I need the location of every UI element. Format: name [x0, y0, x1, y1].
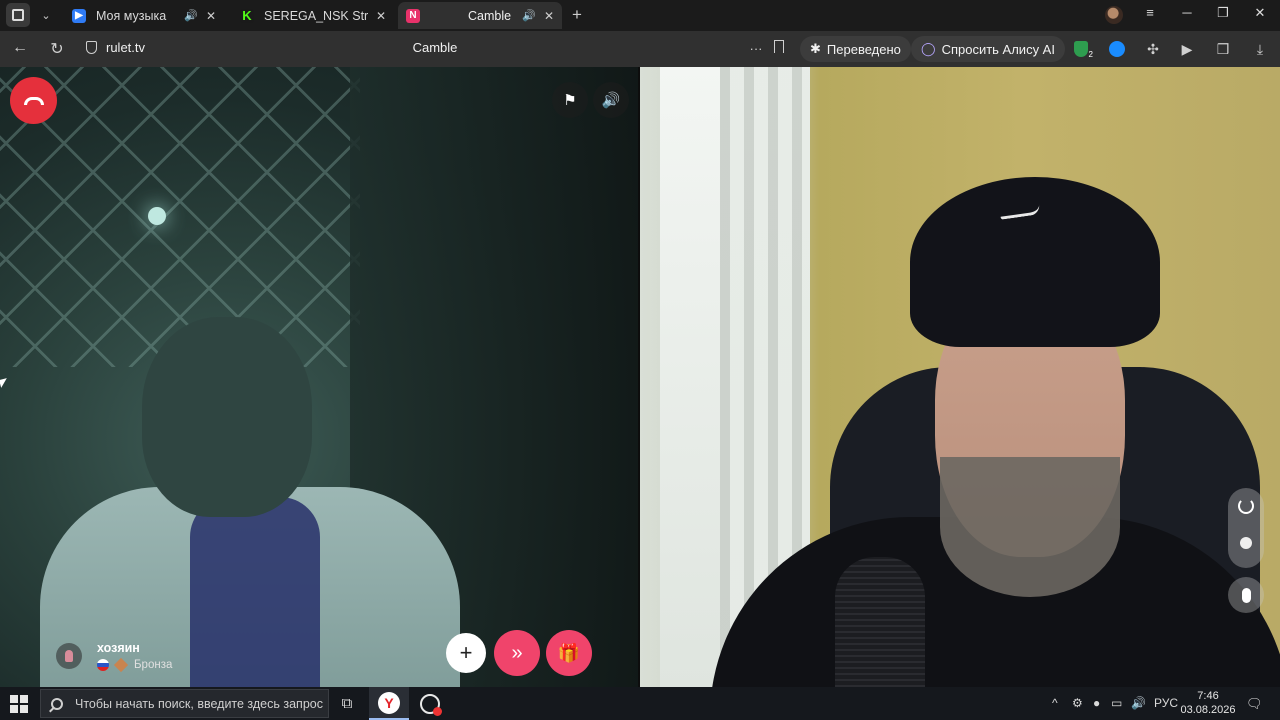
- translated-label: Переведено: [826, 41, 901, 57]
- flag-icon: ⚑: [563, 92, 577, 109]
- taskbar-clock[interactable]: 7:46 03.08.2026: [1180, 689, 1236, 717]
- plus-icon: +: [459, 640, 473, 665]
- clock-date: 03.08.2026: [1180, 704, 1236, 716]
- tab-audio-icon[interactable]: 🔊: [522, 9, 536, 22]
- partner-name: хозяин: [97, 641, 140, 655]
- video-chat-area: ⚑ 🔊 хозяин Бронза + » 🎁: [0, 67, 1280, 687]
- camera-controls: [1228, 488, 1264, 568]
- tab-close-icon[interactable]: ✕: [376, 9, 386, 23]
- tray-microphone-icon[interactable]: ●: [1093, 696, 1100, 710]
- tab-title: SEREGA_NSK Stream - Wa: [264, 8, 368, 23]
- media-play-icon[interactable]: ▶: [1177, 39, 1197, 59]
- taskbar-obs[interactable]: [410, 687, 450, 720]
- ask-alice-button[interactable]: ◯ Спросить Алису AI: [911, 36, 1065, 62]
- partner-rank: Бронза: [134, 659, 173, 671]
- russia-flag-icon: [97, 659, 109, 671]
- remote-person-shirt: [190, 497, 320, 687]
- send-gift-button[interactable]: 🎁: [546, 630, 592, 676]
- minimize-button[interactable]: ─: [1173, 5, 1201, 20]
- microphone-icon: [1241, 587, 1251, 603]
- gift-icon: 🎁: [557, 642, 581, 663]
- input-language[interactable]: РУС: [1154, 696, 1178, 710]
- microphone-button[interactable]: [1228, 577, 1264, 613]
- partner-avatar[interactable]: [56, 643, 82, 669]
- taskbar-search-input[interactable]: Чтобы начать поиск, введите здесь запрос: [40, 689, 329, 718]
- back-button[interactable]: ←: [10, 39, 30, 57]
- local-video: [640, 67, 1280, 687]
- remote-video-background: [0, 67, 360, 367]
- profile-avatar[interactable]: [1104, 3, 1124, 27]
- clock-time: 7:46: [1197, 690, 1219, 702]
- next-arrows-icon: »: [511, 641, 523, 664]
- tab-close-icon[interactable]: ✕: [206, 9, 216, 23]
- tray-display-icon[interactable]: ▭: [1111, 696, 1122, 710]
- url-domain: rulet.tv: [106, 40, 146, 55]
- shazam-extension-icon[interactable]: [1107, 39, 1127, 59]
- bronze-rank-icon: [113, 657, 129, 673]
- alice-label: Спросить Алису AI: [941, 41, 1055, 57]
- window-close-button[interactable]: ✕: [1246, 5, 1274, 21]
- tab-camble[interactable]: N Camble 🔊 ✕: [398, 2, 562, 29]
- browser-menu-icon[interactable]: ≡: [1136, 5, 1164, 20]
- search-placeholder: Чтобы начать поиск, введите здесь запрос: [75, 696, 323, 711]
- alice-icon: ◯: [921, 41, 936, 56]
- address-bar: ← ↻ rulet.tv Camble ··· ✱ Переведено ◯ С…: [0, 31, 1280, 67]
- tab-title: Моя музыка: [96, 8, 167, 23]
- tray-app-icon[interactable]: ⚙: [1072, 696, 1083, 710]
- add-friend-button[interactable]: +: [446, 633, 486, 673]
- reload-button[interactable]: ↻: [47, 39, 67, 59]
- tray-overflow-icon[interactable]: ^: [1052, 696, 1058, 710]
- tab-my-music[interactable]: ▶ Моя музыка 🔊 ✕: [64, 2, 224, 29]
- person-icon: [65, 650, 73, 662]
- translate-icon: ✱: [810, 41, 821, 56]
- tab-serega-stream[interactable]: K SEREGA_NSK Stream - Wa ✕: [232, 2, 394, 29]
- new-tab-button[interactable]: +: [566, 3, 588, 27]
- notifications-icon[interactable]: 🗨: [1246, 696, 1263, 712]
- tab-close-icon[interactable]: ✕: [544, 9, 554, 23]
- speaker-icon: 🔊: [601, 92, 621, 109]
- page-title: Camble: [412, 40, 458, 55]
- download-icon[interactable]: ⤓: [1250, 39, 1270, 59]
- task-view-icon[interactable]: ⧉: [327, 687, 367, 720]
- camble-logo-icon: N: [406, 8, 420, 23]
- local-person-hat: [910, 177, 1160, 347]
- partner-info: хозяин Бронза: [56, 633, 172, 679]
- tab-audio-icon[interactable]: 🔊: [184, 9, 198, 22]
- obs-record-icon: [420, 693, 442, 716]
- report-flag-button[interactable]: ⚑: [552, 82, 588, 118]
- next-partner-button[interactable]: »: [494, 630, 540, 676]
- sidebar-toggle-icon[interactable]: [6, 3, 30, 27]
- extension-badge: 2: [1088, 50, 1093, 59]
- remote-video-lamp: [148, 207, 166, 225]
- tray-volume-icon[interactable]: 🔊: [1131, 696, 1146, 710]
- tab-title: Camble: [468, 8, 512, 23]
- translated-button[interactable]: ✱ Переведено: [800, 36, 911, 62]
- url-field[interactable]: rulet.tv: [86, 40, 145, 55]
- more-options-icon[interactable]: ···: [746, 41, 766, 56]
- taskbar-yandex-browser[interactable]: Y: [369, 687, 409, 720]
- bookmark-icon[interactable]: [769, 40, 789, 56]
- collections-icon[interactable]: ❒: [1213, 39, 1233, 59]
- switch-camera-icon[interactable]: [1238, 498, 1254, 514]
- phone-hangup-icon: [23, 96, 44, 105]
- restore-button[interactable]: ❐: [1209, 5, 1237, 21]
- yandex-browser-icon: Y: [378, 691, 400, 714]
- shield-icon: [86, 41, 97, 54]
- kick-logo-icon: K: [240, 8, 254, 23]
- local-person-beard: [940, 457, 1120, 597]
- remote-video: [0, 67, 638, 687]
- volume-button[interactable]: 🔊: [593, 82, 629, 118]
- windows-taskbar: Чтобы начать поиск, введите здесь запрос…: [0, 687, 1280, 720]
- remote-person-head: [142, 317, 312, 517]
- camera-effect-icon[interactable]: [1240, 537, 1252, 549]
- adblock-extension-icon[interactable]: 2: [1071, 39, 1093, 59]
- tabs-dropdown-chevron-icon[interactable]: ⌄: [34, 3, 58, 27]
- music-play-icon: ▶: [72, 8, 86, 23]
- search-icon: [51, 697, 63, 710]
- local-video-microphone: [835, 557, 925, 687]
- start-windows-icon[interactable]: [10, 695, 28, 713]
- extensions-puzzle-icon[interactable]: ✣: [1143, 39, 1163, 59]
- tab-strip: ⌄ ▶ Моя музыка 🔊 ✕ K SEREGA_NSK Stream -…: [0, 0, 1280, 31]
- end-call-button[interactable]: [10, 77, 57, 124]
